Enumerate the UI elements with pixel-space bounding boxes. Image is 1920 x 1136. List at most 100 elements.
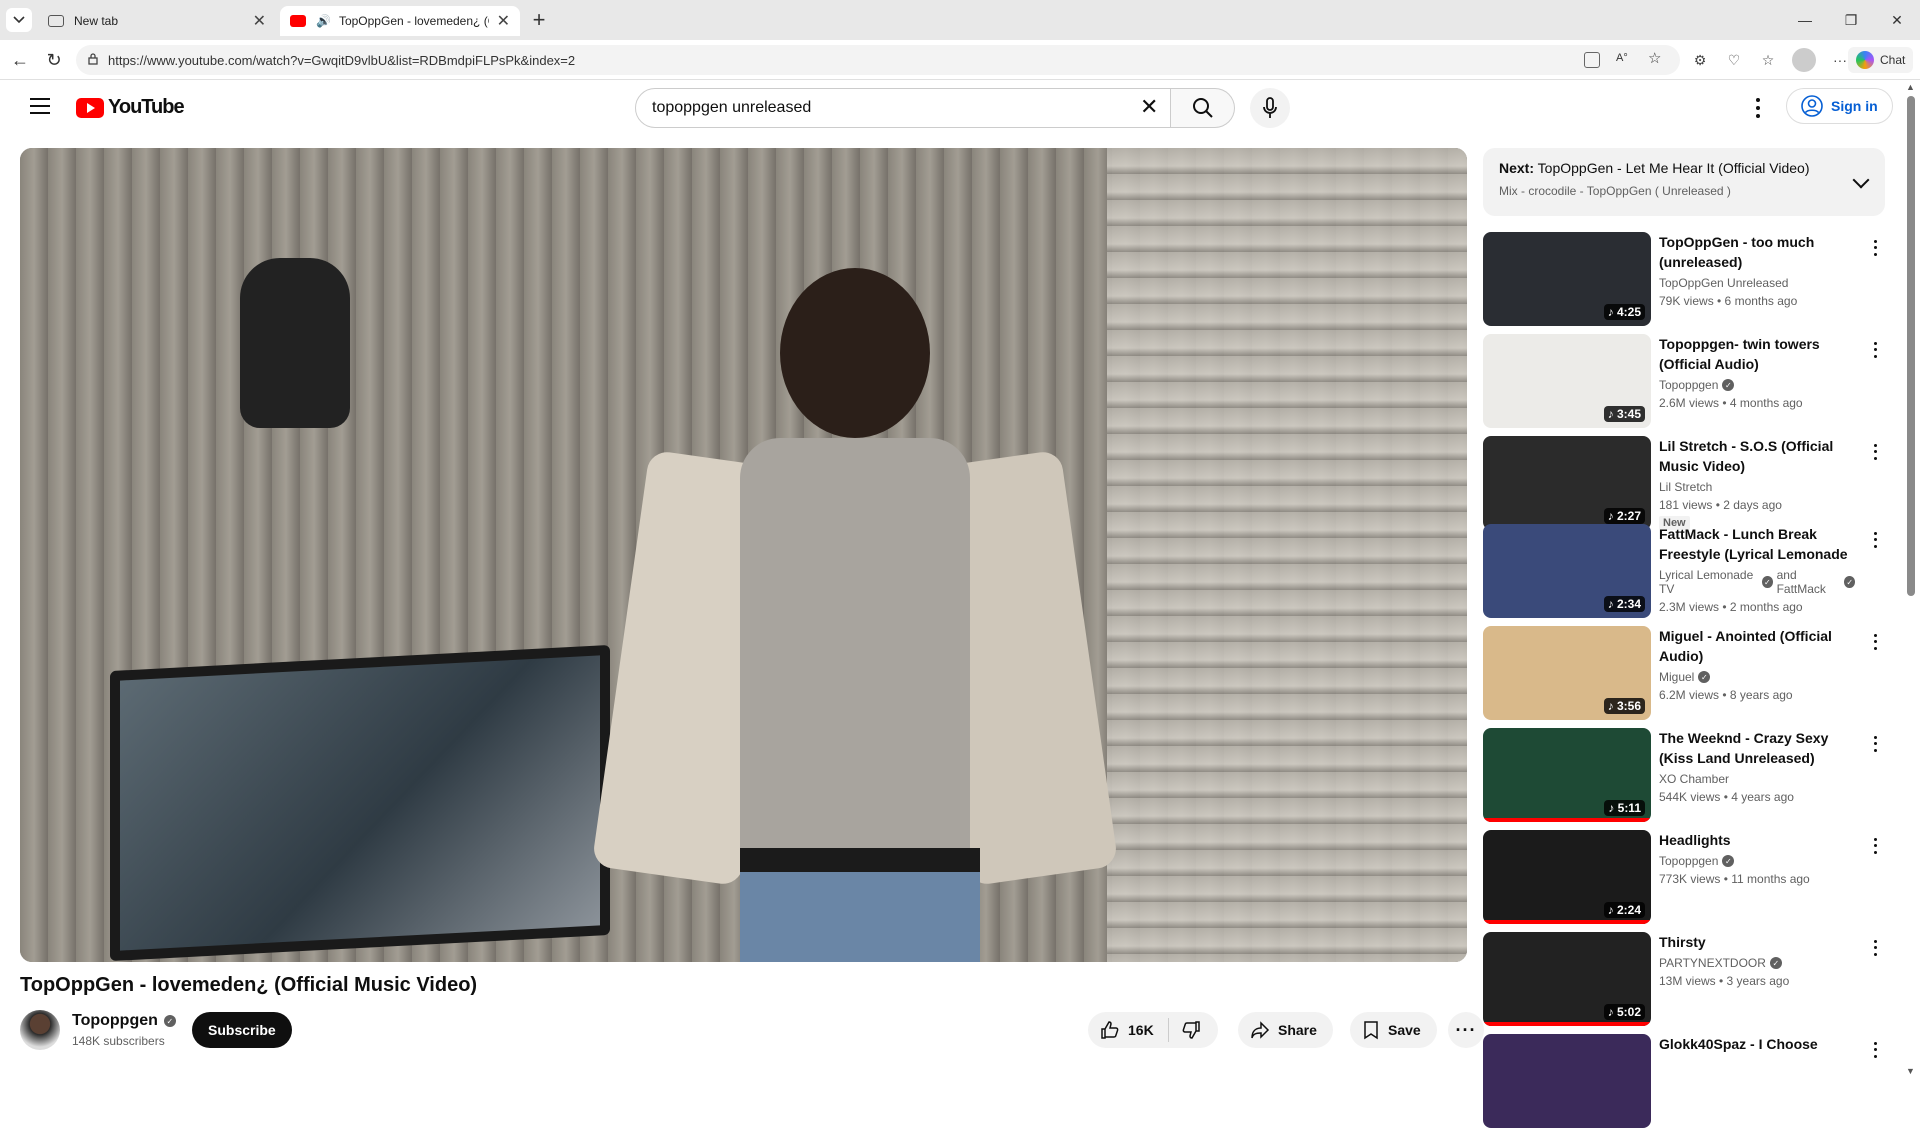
duration-badge: ♪ 3:56 (1603, 698, 1645, 714)
video-thumbnail[interactable]: ♪ 2:34 (1483, 524, 1651, 618)
menu-icon[interactable] (30, 98, 50, 114)
more-actions-button[interactable]: ··· (1448, 1012, 1484, 1048)
browser-tab-new-tab[interactable]: New tab ✕ (38, 6, 276, 36)
video-title[interactable]: Thirsty (1659, 932, 1855, 952)
video-thumbnail[interactable]: ♪ 2:24 (1483, 830, 1651, 924)
video-action-menu-icon[interactable] (1867, 530, 1883, 550)
bookmark-icon (1364, 1021, 1378, 1040)
channel-line: Lyrical Lemonade TV ✓ and FattMack ✓ (1659, 568, 1856, 596)
channel-name[interactable]: XO Chamber (1659, 772, 1729, 786)
recommendation-item[interactable]: ♪ 2:24 Headlights Topoppgen ✓ 773K views … (1483, 830, 1885, 932)
favorite-star-icon[interactable]: ☆ (1648, 51, 1664, 68)
video-action-menu-icon[interactable] (1867, 340, 1883, 360)
favorites-icon[interactable]: ☆ (1758, 50, 1778, 70)
channel-name[interactable]: Miguel (1659, 670, 1694, 684)
close-icon[interactable]: ✕ (497, 11, 510, 31)
video-thumbnail[interactable]: ♪ 3:56 (1483, 626, 1651, 720)
scrollbar-thumb[interactable] (1907, 96, 1915, 596)
recommendation-item[interactable]: ♪ 5:02 Thirsty PARTYNEXTDOOR ✓ 13M views … (1483, 932, 1885, 1034)
reload-button[interactable]: ↻ (42, 48, 66, 72)
channel-line: Topoppgen ✓ (1659, 854, 1855, 868)
share-button[interactable]: Share (1238, 1012, 1333, 1048)
channel-name[interactable]: Topoppgen (1659, 378, 1718, 392)
video-title[interactable]: Glokk40Spaz - I Choose (1659, 1034, 1855, 1054)
speaker-icon[interactable]: 🔊 (316, 14, 331, 28)
save-button[interactable]: Save (1350, 1012, 1437, 1048)
recommendation-item[interactable]: ♪ 4:25 TopOppGen - too much (unreleased)… (1483, 232, 1885, 334)
read-aloud-icon[interactable]: A° (1616, 52, 1632, 68)
settings-menu-icon[interactable] (1748, 96, 1768, 120)
profile-avatar[interactable] (1792, 48, 1816, 72)
tab-actions-menu-button[interactable] (6, 8, 32, 32)
next-up-line: Next: TopOppGen - Let Me Hear It (Offici… (1499, 160, 1869, 176)
channel-name-link[interactable]: Topoppgen ✓ (72, 1012, 176, 1030)
video-action-menu-icon[interactable] (1867, 442, 1883, 462)
copilot-chat-button[interactable]: Chat (1848, 47, 1914, 73)
close-icon[interactable]: ✕ (253, 11, 266, 31)
scroll-down-icon[interactable]: ▼ (1906, 1066, 1915, 1076)
page-scrollbar[interactable]: ▲ ▼ (1902, 80, 1920, 1080)
channel-name[interactable]: Topoppgen (1659, 854, 1718, 868)
video-action-menu-icon[interactable] (1867, 938, 1883, 958)
video-title[interactable]: Topoppgen- twin towers (Official Audio) (1659, 334, 1855, 374)
video-info: Glokk40Spaz - I Choose (1659, 1034, 1855, 1054)
clear-search-icon[interactable]: ✕ (1140, 94, 1158, 120)
video-title[interactable]: FattMack - Lunch Break Freestyle (Lyrica… (1659, 524, 1855, 564)
search-button[interactable] (1171, 88, 1235, 128)
restore-icon[interactable]: ❐ (1828, 0, 1874, 40)
video-thumbnail[interactable]: ♪ 3:45 (1483, 334, 1651, 428)
subscribe-button[interactable]: Subscribe (192, 1012, 292, 1048)
recommendation-item[interactable]: ♪ 2:34 FattMack - Lunch Break Freestyle … (1483, 524, 1885, 626)
duration-badge: ♪ 5:11 (1604, 800, 1645, 816)
channel-name[interactable]: TopOppGen Unreleased (1659, 276, 1788, 290)
video-title[interactable]: Headlights (1659, 830, 1855, 850)
site-info-icon[interactable] (86, 52, 100, 66)
recommendation-item[interactable]: ♪ 5:11 The Weeknd - Crazy Sexy (Kiss Lan… (1483, 728, 1885, 830)
video-meta: 181 views • 2 days ago (1659, 498, 1782, 512)
video-title[interactable]: TopOppGen - too much (unreleased) (1659, 232, 1855, 272)
video-title[interactable]: The Weeknd - Crazy Sexy (Kiss Land Unrel… (1659, 728, 1855, 768)
channel-avatar[interactable] (20, 1010, 60, 1050)
playlist-next-card[interactable]: Next: TopOppGen - Let Me Hear It (Offici… (1483, 148, 1885, 216)
new-tab-button[interactable]: + (526, 8, 552, 32)
video-title[interactable]: Miguel - Anointed (Official Audio) (1659, 626, 1855, 666)
video-title[interactable]: Lil Stretch - S.O.S (Official Music Vide… (1659, 436, 1855, 476)
video-action-menu-icon[interactable] (1867, 734, 1883, 754)
recommendation-item[interactable]: ♪ 3:45 Topoppgen- twin towers (Official … (1483, 334, 1885, 436)
video-action-menu-icon[interactable] (1867, 836, 1883, 856)
account-icon (1801, 95, 1823, 117)
close-window-icon[interactable]: ✕ (1874, 0, 1920, 40)
video-thumbnail[interactable]: ♪ 5:11 (1483, 728, 1651, 822)
next-prefix: Next: (1499, 160, 1535, 176)
video-thumbnail[interactable] (1483, 1034, 1651, 1128)
verified-icon: ✓ (1698, 671, 1711, 683)
video-thumbnail[interactable]: ♪ 2:27 (1483, 436, 1651, 530)
more-options-icon[interactable]: ··· (1830, 50, 1850, 70)
extensions-icon[interactable]: ⚙ (1690, 50, 1710, 70)
search-input[interactable]: topoppgen unreleased (635, 88, 1171, 128)
video-thumbnail[interactable]: ♪ 4:25 (1483, 232, 1651, 326)
channel-name[interactable]: Lyrical Lemonade TV (1659, 568, 1758, 596)
browser-tab-youtube[interactable]: 🔊 TopOppGen - lovemeden¿ (Of ✕ (280, 6, 520, 36)
video-action-menu-icon[interactable] (1867, 1040, 1883, 1060)
channel-name[interactable]: PARTYNEXTDOOR (1659, 956, 1766, 970)
channel-name[interactable]: Lil Stretch (1659, 480, 1712, 494)
scroll-up-icon[interactable]: ▲ (1906, 82, 1915, 92)
dislike-button[interactable] (1169, 1020, 1213, 1040)
recommendation-item[interactable]: ♪ 2:27 Lil Stretch - S.O.S (Official Mus… (1483, 436, 1885, 530)
video-thumbnail[interactable]: ♪ 5:02 (1483, 932, 1651, 1026)
video-player[interactable] (20, 148, 1467, 962)
url-bar[interactable]: https://www.youtube.com/watch?v=GwqitD9v… (76, 45, 1680, 75)
recommendation-item[interactable]: ♪ 3:56 Miguel - Anointed (Official Audio… (1483, 626, 1885, 728)
video-action-menu-icon[interactable] (1867, 632, 1883, 652)
back-button[interactable]: ← (8, 48, 32, 72)
like-button[interactable]: 16K (1088, 1018, 1169, 1042)
sign-in-button[interactable]: Sign in (1786, 88, 1893, 124)
browser-essentials-icon[interactable]: ♡ (1724, 50, 1744, 70)
youtube-logo[interactable]: YouTube (76, 96, 185, 119)
minimize-icon[interactable]: — (1782, 0, 1828, 40)
app-available-icon[interactable] (1584, 52, 1600, 68)
voice-search-button[interactable] (1250, 88, 1290, 128)
recommendation-item[interactable]: Glokk40Spaz - I Choose (1483, 1034, 1885, 1136)
video-action-menu-icon[interactable] (1867, 238, 1883, 258)
